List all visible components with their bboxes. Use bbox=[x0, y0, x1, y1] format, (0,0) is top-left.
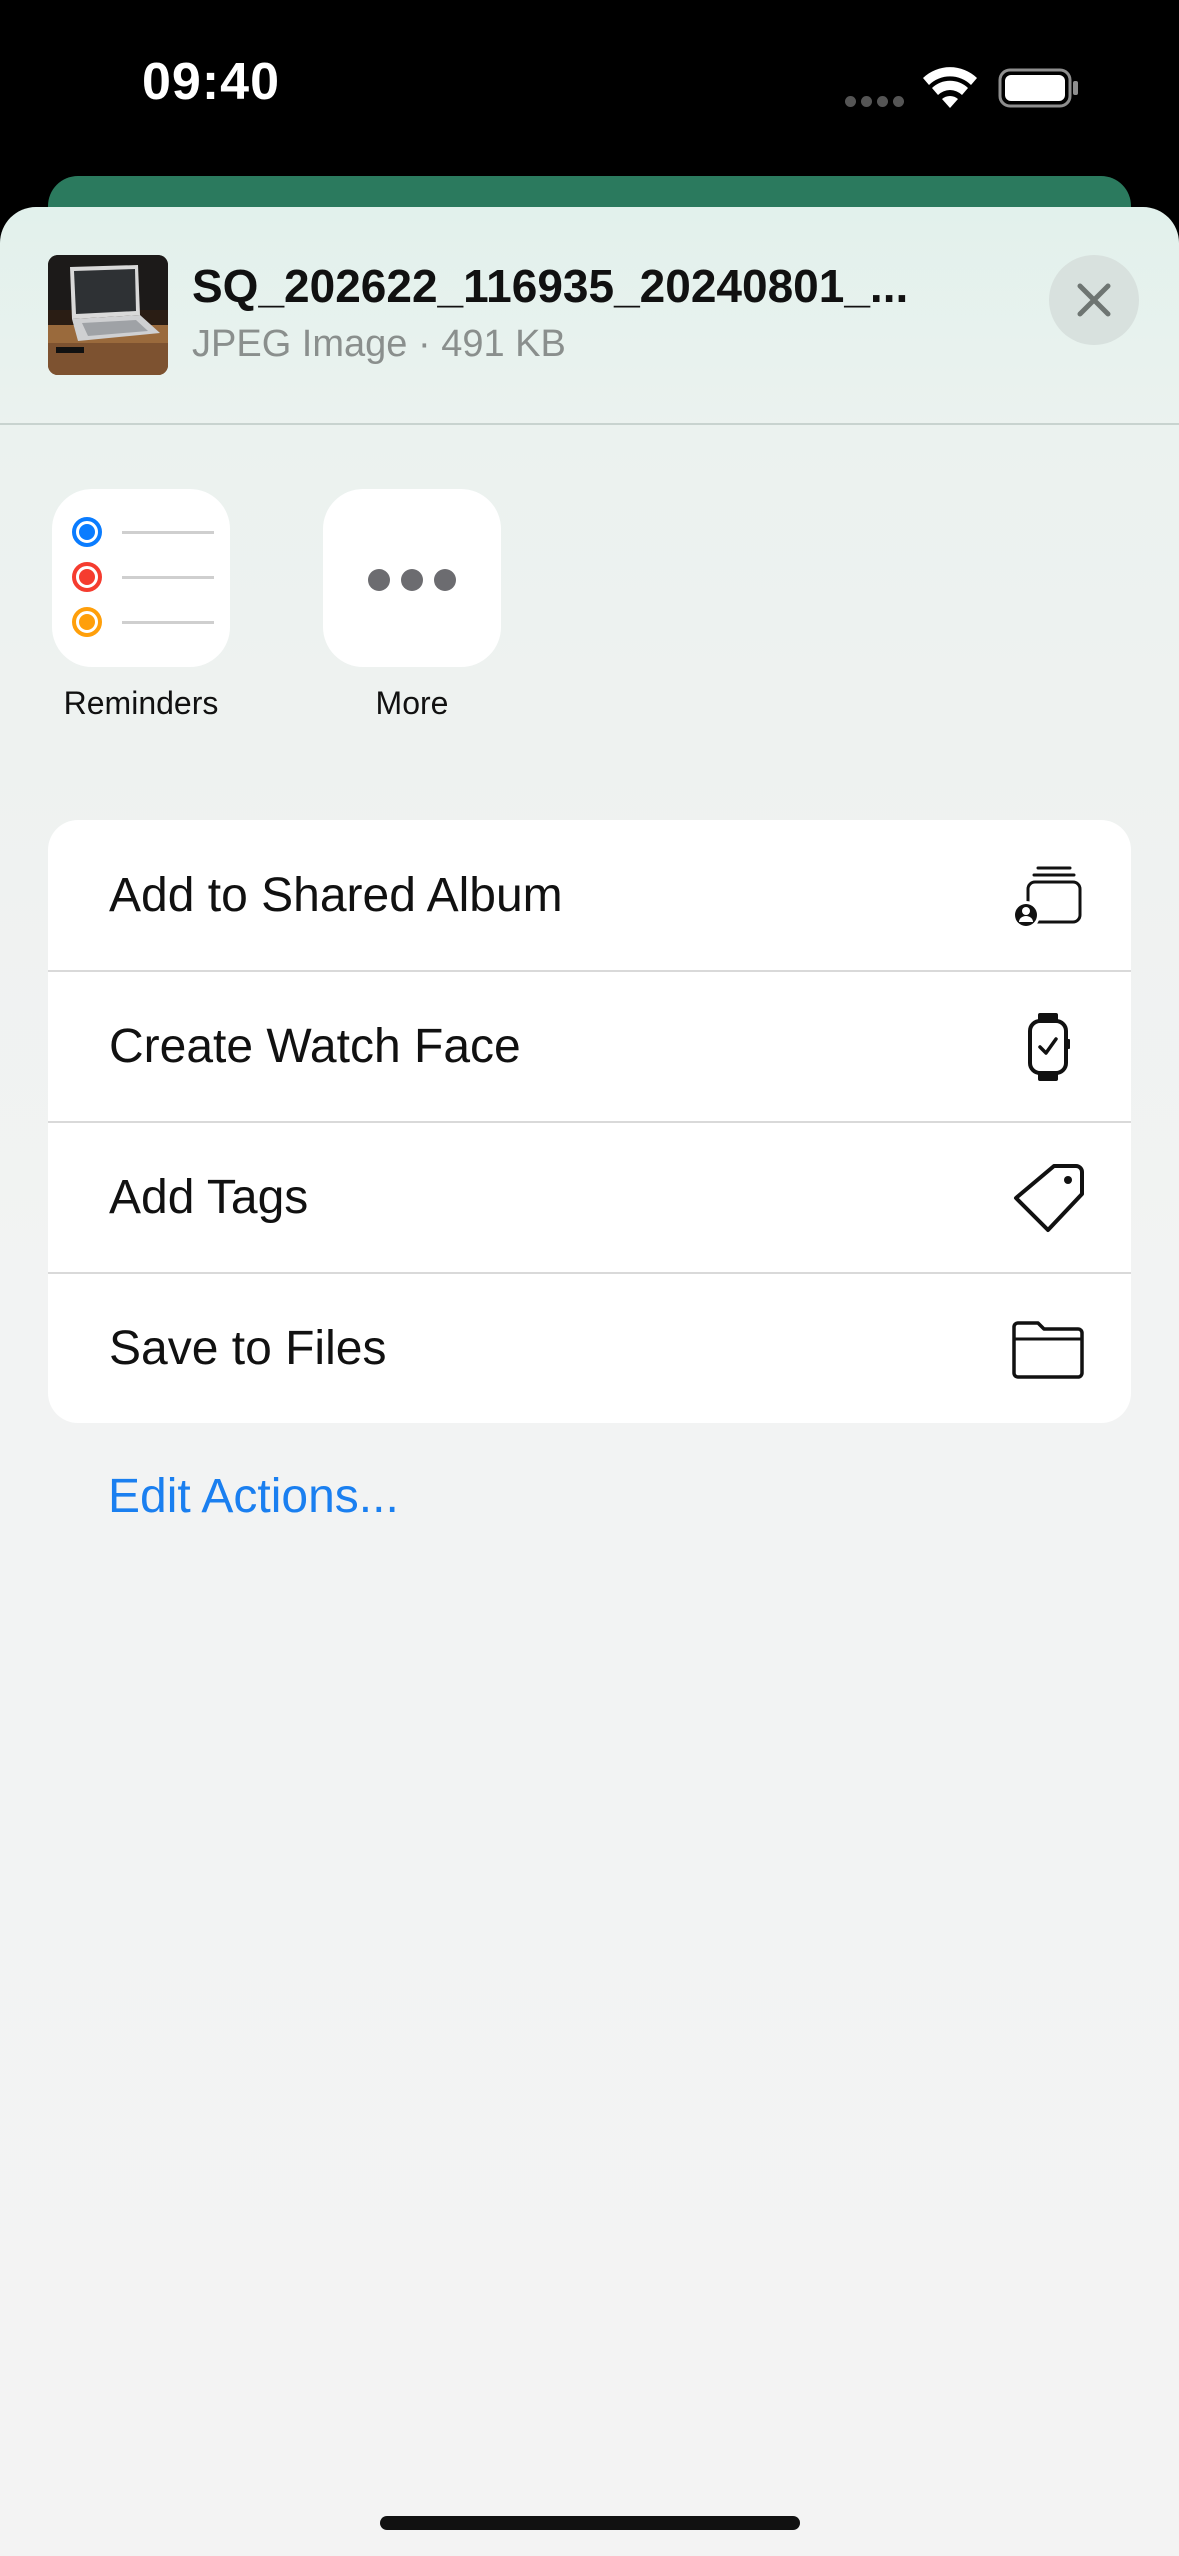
add-tags-action[interactable]: Add Tags bbox=[48, 1122, 1131, 1272]
reminders-app-button[interactable] bbox=[52, 489, 230, 667]
cellular-signal-icon bbox=[845, 96, 905, 108]
save-to-files-action[interactable]: Save to Files bbox=[48, 1273, 1131, 1423]
file-thumbnail bbox=[48, 255, 168, 375]
action-label: Add Tags bbox=[109, 1171, 309, 1224]
shared-album-icon bbox=[1012, 866, 1082, 929]
watch-icon bbox=[1028, 1013, 1070, 1081]
status-time: 09:40 bbox=[142, 53, 280, 111]
edit-actions-link[interactable]: Edit Actions... bbox=[108, 1469, 399, 1524]
tag-icon bbox=[1014, 1164, 1084, 1232]
actions-list: Add to Shared Album Create Watch Face Ad… bbox=[48, 820, 1131, 1423]
create-watch-face-action[interactable]: Create Watch Face bbox=[48, 971, 1131, 1121]
file-meta: JPEG Image · 491 KB bbox=[192, 323, 566, 365]
add-to-shared-album-action[interactable]: Add to Shared Album bbox=[48, 820, 1131, 970]
battery-icon bbox=[998, 68, 1078, 108]
file-title: SQ_202622_116935_20240801_... bbox=[192, 260, 909, 312]
action-label: Create Watch Face bbox=[109, 1020, 521, 1073]
more-apps-label: More bbox=[375, 685, 449, 721]
share-sheet-header: SQ_202622_116935_20240801_... JPEG Image… bbox=[0, 207, 1179, 425]
wifi-icon bbox=[923, 67, 977, 108]
close-button[interactable] bbox=[1049, 255, 1139, 345]
more-apps-button[interactable] bbox=[323, 489, 501, 667]
home-indicator[interactable] bbox=[380, 2516, 800, 2530]
action-label: Save to Files bbox=[109, 1322, 387, 1375]
status-bar: 09:40 bbox=[0, 0, 1179, 170]
screen: 09:40 SQ_202622_116935_20240801_... JPEG… bbox=[0, 0, 1179, 2556]
reminders-app-label: Reminders bbox=[63, 685, 219, 721]
close-icon bbox=[1077, 283, 1111, 317]
folder-icon bbox=[1012, 1321, 1084, 1379]
share-sheet: SQ_202622_116935_20240801_... JPEG Image… bbox=[0, 207, 1179, 2556]
action-label: Add to Shared Album bbox=[109, 869, 563, 922]
